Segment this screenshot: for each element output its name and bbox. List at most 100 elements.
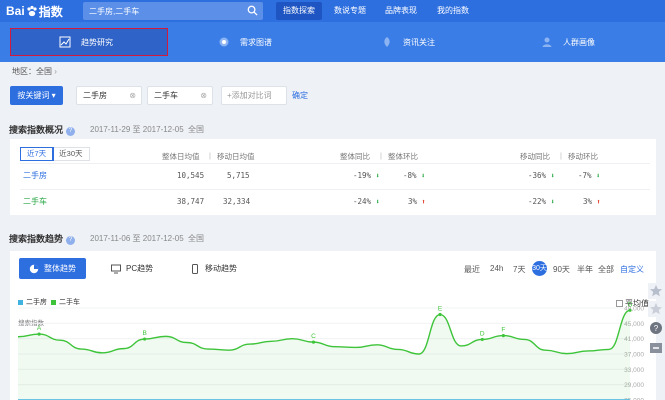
table-cell-avg: 38,747 bbox=[177, 197, 205, 206]
arrow-down-icon: ⬇ bbox=[550, 172, 555, 180]
overview-title-text: 搜索指数概况 bbox=[9, 125, 64, 135]
table-row-keyword[interactable]: 二手车 bbox=[23, 196, 47, 207]
chevron-right-icon: › bbox=[54, 67, 57, 76]
add-compare-label: 添加对比词 bbox=[231, 91, 272, 100]
subtab-label: 趋势研究 bbox=[81, 37, 113, 47]
trend-title-text: 搜索指数趋势 bbox=[9, 234, 64, 244]
col-mobile-yoy: 移动同比 bbox=[520, 152, 550, 161]
star-icon[interactable] bbox=[648, 283, 664, 299]
keyword-chip-label: 二手车 bbox=[154, 91, 178, 100]
annotation-label[interactable]: D bbox=[480, 330, 485, 337]
table-cell-mobile-avg: 32,334 bbox=[223, 197, 251, 206]
table-row-keyword[interactable]: 二手房 bbox=[23, 170, 47, 181]
search-input[interactable] bbox=[83, 2, 243, 20]
overview-date-range: 2017-11-29 至 2017-12-05 bbox=[90, 125, 184, 134]
top-header: Bai 指数 指数探索 数说专题 品牌表现 我的指数 bbox=[0, 0, 665, 22]
arrow-down-icon: ⬇ bbox=[375, 198, 380, 206]
trend-title: 搜索指数趋势? bbox=[9, 232, 76, 245]
trend-icon bbox=[59, 36, 71, 48]
annotation-label[interactable]: F bbox=[501, 327, 505, 334]
col-separator: | bbox=[209, 151, 211, 160]
paw-icon bbox=[27, 5, 37, 17]
trend-date-range: 2017-11-06 至 2017-12-05 bbox=[90, 234, 184, 243]
annotation-point[interactable] bbox=[480, 337, 484, 342]
subtab-audience-profile[interactable]: 人群画像 bbox=[541, 28, 595, 56]
nav-topics[interactable]: 数说专题 bbox=[327, 2, 373, 20]
mobile-mom-value: -7% bbox=[578, 171, 592, 180]
annotation-point[interactable] bbox=[37, 332, 41, 336]
nav-my-index[interactable]: 我的指数 bbox=[430, 2, 476, 20]
arrow-down-icon: ⬇ bbox=[421, 172, 426, 180]
subtab-label: 人群画像 bbox=[563, 37, 595, 47]
table-cell-mobile-avg: 5,715 bbox=[227, 171, 250, 180]
table-cell-mobile-yoy: -22% ⬇ bbox=[528, 197, 555, 206]
help-icon[interactable]: ? bbox=[66, 127, 76, 136]
col-mobile-mom: 移动环比 bbox=[568, 152, 598, 161]
news-icon bbox=[384, 37, 390, 47]
graph-icon bbox=[219, 37, 229, 47]
nav-index-explore[interactable]: 指数探索 bbox=[276, 2, 322, 20]
table-cell-mom: 3% ⬆ bbox=[408, 197, 426, 206]
annotation-label[interactable]: B bbox=[142, 330, 146, 337]
tab-7-days[interactable]: 近7天 bbox=[19, 147, 55, 161]
table-cell-yoy: -24% ⬇ bbox=[353, 197, 380, 206]
overview-panel: 近7天 近30天 整体日均值 | 移动日均值 整体同比 | 整体环比 移动同比 … bbox=[10, 139, 656, 215]
keyword-chip-label: 二手房 bbox=[83, 91, 107, 100]
annotation-point[interactable] bbox=[438, 312, 442, 317]
nav-brand[interactable]: 品牌表现 bbox=[378, 2, 424, 20]
close-icon[interactable]: ⊗ bbox=[129, 87, 136, 104]
logo-text-right: 指数 bbox=[38, 4, 63, 19]
arrow-down-icon: ⬇ bbox=[375, 172, 380, 180]
region-selector[interactable]: 地区：全国 › bbox=[12, 66, 57, 77]
people-icon bbox=[542, 37, 552, 47]
overview-title: 搜索指数概况? bbox=[9, 123, 76, 136]
confirm-button[interactable]: 确定 bbox=[292, 90, 308, 101]
annotation-label[interactable]: C bbox=[311, 333, 316, 340]
annotation-point[interactable] bbox=[628, 308, 632, 312]
yoy-value: -24% bbox=[353, 197, 372, 206]
col-separator: | bbox=[380, 151, 382, 160]
keyword-chip-2[interactable]: 二手车 ⊗ bbox=[147, 86, 213, 105]
star-outline-icon[interactable] bbox=[648, 301, 664, 317]
series-area-二手车 bbox=[18, 310, 630, 400]
table-cell-avg: 10,545 bbox=[177, 171, 205, 180]
subtab-news-attention[interactable]: 资讯关注 bbox=[381, 28, 435, 56]
keyword-chip-1[interactable]: 二手房 ⊗ bbox=[76, 86, 142, 105]
minus-icon[interactable] bbox=[648, 340, 664, 356]
mom-value: -8% bbox=[403, 171, 417, 180]
keyword-type-label: 按关键词 bbox=[17, 91, 50, 100]
row-divider bbox=[20, 189, 650, 190]
svg-text:?: ? bbox=[654, 324, 659, 333]
subtab-label: 需求图谱 bbox=[240, 37, 272, 47]
trend-region: 全国 bbox=[188, 234, 204, 243]
annotation-point[interactable] bbox=[311, 340, 316, 344]
region-label: 地区：全国 bbox=[12, 67, 52, 76]
help-icon[interactable]: ? bbox=[648, 320, 664, 336]
annotation-point[interactable] bbox=[143, 337, 147, 341]
yoy-value: -19% bbox=[353, 171, 372, 180]
trend-chart: 49,00045,00041,00037,00033,00029,00025,0… bbox=[17, 301, 644, 400]
subtab-trend-research[interactable]: 趋势研究 bbox=[10, 28, 168, 56]
tab-30-days[interactable]: 近30天 bbox=[53, 148, 88, 160]
period-tabs: 近7天 近30天 bbox=[19, 147, 90, 161]
table-cell-mobile-mom: 3% ⬆ bbox=[583, 197, 601, 206]
search-icon[interactable] bbox=[247, 5, 258, 16]
keyword-type-dropdown[interactable]: 按关键词 ▾ bbox=[10, 86, 63, 105]
annotation-label[interactable]: A bbox=[37, 325, 42, 332]
annotation-label[interactable]: G bbox=[627, 301, 632, 308]
arrow-up-icon: ⬆ bbox=[596, 198, 601, 206]
table-cell-mobile-mom: -7% ⬇ bbox=[578, 171, 600, 180]
overview-region: 全国 bbox=[188, 125, 204, 134]
add-compare-button[interactable]: +添加对比词 bbox=[221, 86, 287, 105]
annotation-point[interactable] bbox=[501, 334, 505, 338]
mobile-yoy-value: -22% bbox=[528, 197, 547, 206]
arrow-down-icon: ⬇ bbox=[596, 172, 601, 180]
baidu-index-logo[interactable]: Bai 指数 bbox=[6, 3, 63, 19]
arrow-up-icon: ⬆ bbox=[421, 198, 426, 206]
annotation-label[interactable]: E bbox=[438, 306, 443, 313]
close-icon[interactable]: ⊗ bbox=[200, 87, 207, 104]
subtab-demand-graph[interactable]: 需求图谱 bbox=[218, 28, 272, 56]
help-icon[interactable]: ? bbox=[66, 236, 76, 245]
col-avg: 整体日均值 bbox=[162, 152, 200, 161]
sub-navigation: 趋势研究 需求图谱 资讯关注 人群画像 bbox=[0, 22, 665, 62]
